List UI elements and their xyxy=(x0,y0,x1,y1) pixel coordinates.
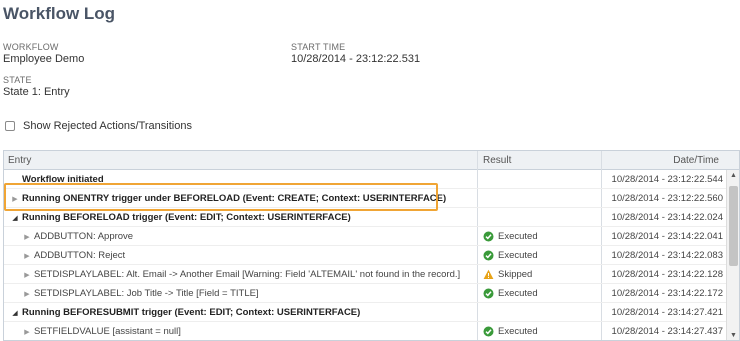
start-time-value: 10/28/2014 - 23:12:22.531 xyxy=(291,53,421,65)
workflow-value: Employee Demo xyxy=(3,53,85,65)
result-text: Skipped xyxy=(498,269,533,280)
entry-text: ADDBUTTON: Reject xyxy=(34,250,126,261)
result-cell: Executed xyxy=(483,246,538,265)
table-row[interactable]: ▶ SETDISPLAYLABEL: Alt. Email -> Another … xyxy=(4,265,727,284)
result-cell: Executed xyxy=(483,227,538,246)
check-icon xyxy=(483,231,494,242)
entry-cell: ▶ ADDBUTTON: Approve xyxy=(4,227,133,246)
entry-text: Running BEFORELOAD trigger (Event: EDIT;… xyxy=(22,212,351,223)
table-row[interactable]: ▶ ADDBUTTON: Approve Executed 10/28/2014 - … xyxy=(4,227,727,246)
collapse-arrow-icon[interactable]: ◢ xyxy=(10,309,20,317)
check-icon xyxy=(483,250,494,261)
scroll-down-icon[interactable]: ▼ xyxy=(727,330,739,340)
show-rejected-checkbox[interactable] xyxy=(5,121,15,131)
entry-cell: ▶ SETDISPLAYLABEL: Job Title -> Title [Fi… xyxy=(4,284,259,303)
column-header-entry[interactable]: Entry xyxy=(8,155,31,166)
workflow-label: WORKFLOW xyxy=(3,42,59,52)
column-header-result[interactable]: Result xyxy=(483,155,511,166)
table-row[interactable]: ▶ SETDISPLAYLABEL: Job Title -> Title [Fi… xyxy=(4,284,727,303)
page-title: Workflow Log xyxy=(3,4,116,23)
result-cell: Executed xyxy=(483,284,538,303)
date-cell: 10/28/2014 - 23:14:22.024 xyxy=(611,212,723,223)
vertical-scrollbar[interactable]: ▲ ▼ xyxy=(726,170,739,340)
expand-arrow-icon[interactable]: ▶ xyxy=(22,328,32,336)
warning-icon xyxy=(483,269,494,280)
date-cell: 10/28/2014 - 23:14:22.128 xyxy=(611,269,723,280)
grid-header: Entry Result Date/Time xyxy=(4,151,739,170)
collapse-arrow-icon[interactable]: ◢ xyxy=(10,214,20,222)
expand-arrow-icon[interactable]: ▶ xyxy=(22,252,32,260)
result-text: Executed xyxy=(498,231,538,242)
expand-arrow-icon[interactable]: ▶ xyxy=(22,233,32,241)
table-row[interactable]: ▶ SETFIELDVALUE [assistant = null] Execute… xyxy=(4,322,727,340)
check-icon xyxy=(483,326,494,337)
result-text: Executed xyxy=(498,326,538,337)
expand-arrow-icon[interactable]: ▶ xyxy=(22,290,32,298)
result-text: Executed xyxy=(498,250,538,261)
expand-arrow-icon[interactable]: ▶ xyxy=(22,271,32,279)
column-header-date[interactable]: Date/Time xyxy=(673,155,719,166)
entry-cell: ▶ SETFIELDVALUE [assistant = null] xyxy=(4,322,181,340)
show-rejected-toggle[interactable]: Show Rejected Actions/Transitions xyxy=(5,119,192,133)
state-value: State 1: Entry xyxy=(3,86,70,98)
show-rejected-label[interactable]: Show Rejected Actions/Transitions xyxy=(23,120,192,132)
entry-cell: ▶ ADDBUTTON: Reject xyxy=(4,246,125,265)
table-row[interactable]: ▶ ADDBUTTON: Reject Executed 10/28/2014 - 2… xyxy=(4,246,727,265)
date-cell: 10/28/2014 - 23:14:27.437 xyxy=(611,326,723,337)
entry-text: SETDISPLAYLABEL: Alt. Email -> Another E… xyxy=(34,269,461,280)
result-text: Executed xyxy=(498,288,538,299)
highlight-box xyxy=(4,183,438,211)
check-icon xyxy=(483,288,494,299)
start-time-label: START TIME xyxy=(291,42,346,52)
date-cell: 10/28/2014 - 23:14:22.083 xyxy=(611,250,723,261)
scroll-up-icon[interactable]: ▲ xyxy=(727,170,739,182)
entry-cell: ◢ Running BEFORESUBMIT trigger (Event: ED… xyxy=(4,303,360,322)
date-cell: 10/28/2014 - 23:12:22.560 xyxy=(611,193,723,204)
entry-text: SETFIELDVALUE [assistant = null] xyxy=(34,326,181,337)
state-label: STATE xyxy=(3,75,32,85)
entry-text: SETDISPLAYLABEL: Job Title -> Title [Fie… xyxy=(34,288,259,299)
date-cell: 10/28/2014 - 23:14:22.041 xyxy=(611,231,723,242)
result-cell: Skipped xyxy=(483,265,532,284)
entry-text: ADDBUTTON: Approve xyxy=(34,231,134,242)
date-cell: 10/28/2014 - 23:14:27.421 xyxy=(611,307,723,318)
entry-cell: ▶ SETDISPLAYLABEL: Alt. Email -> Another … xyxy=(4,265,460,284)
table-row[interactable]: ◢ Running BEFORESUBMIT trigger (Event: ED… xyxy=(4,303,727,322)
scrollbar-thumb[interactable] xyxy=(729,186,738,266)
date-cell: 10/28/2014 - 23:14:22.172 xyxy=(611,288,723,299)
entry-text: Running BEFORESUBMIT trigger (Event: EDI… xyxy=(22,307,361,318)
result-cell: Executed xyxy=(483,322,538,340)
date-cell: 10/28/2014 - 23:12:22.544 xyxy=(611,174,723,185)
workflow-log-grid: Entry Result Date/Time Workflow initiate… xyxy=(3,150,740,341)
